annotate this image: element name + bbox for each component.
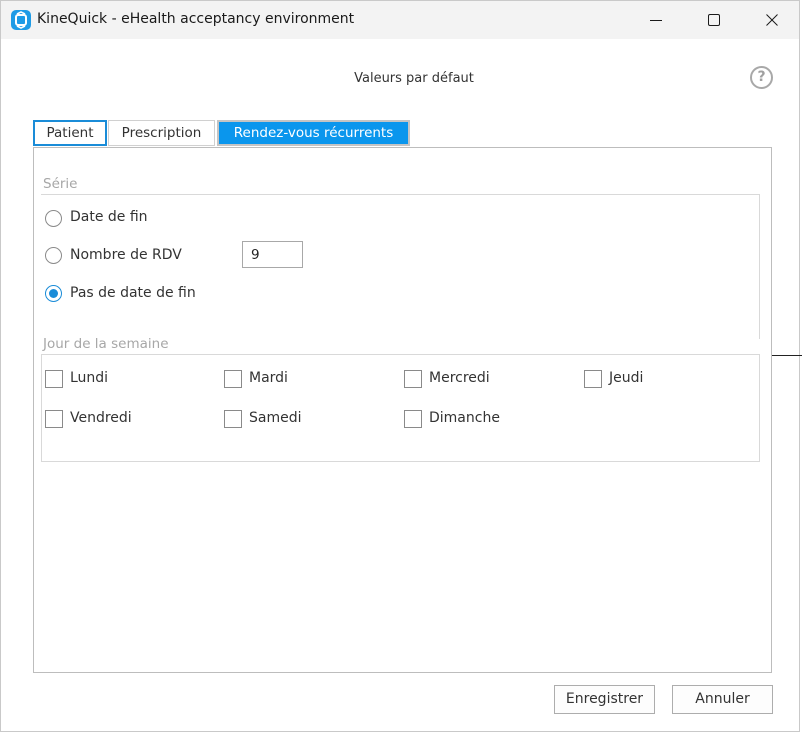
window-title: KineQuick - eHealth acceptancy environme… bbox=[37, 11, 355, 27]
help-icon[interactable]: ? bbox=[750, 66, 773, 89]
checkbox-jeudi[interactable] bbox=[584, 370, 602, 388]
serie-group-title: Série bbox=[43, 176, 78, 192]
checkbox-dimanche[interactable] bbox=[404, 410, 422, 428]
checkbox-mardi-label[interactable]: Mardi bbox=[249, 370, 288, 386]
radio-date-de-fin[interactable] bbox=[45, 210, 62, 227]
close-button[interactable] bbox=[749, 1, 795, 39]
app-logo-icon bbox=[11, 10, 31, 30]
minimize-icon bbox=[650, 20, 662, 21]
weekday-group-box bbox=[41, 354, 760, 462]
radio-nombre-de-rdv-label[interactable]: Nombre de RDV bbox=[70, 247, 182, 263]
close-icon bbox=[766, 14, 778, 26]
checkbox-dimanche-label[interactable]: Dimanche bbox=[429, 410, 500, 426]
tab-rendez-vous-recurrents[interactable]: Rendez-vous récurrents bbox=[217, 120, 410, 146]
checkbox-jeudi-label[interactable]: Jeudi bbox=[609, 370, 643, 386]
cancel-button[interactable]: Annuler bbox=[672, 685, 773, 714]
checkbox-vendredi[interactable] bbox=[45, 410, 63, 428]
radio-nombre-de-rdv[interactable] bbox=[45, 247, 62, 264]
serie-group-box bbox=[41, 194, 760, 339]
tab-patient[interactable]: Patient bbox=[33, 120, 107, 146]
checkbox-mardi[interactable] bbox=[224, 370, 242, 388]
radio-date-de-fin-label[interactable]: Date de fin bbox=[70, 209, 148, 225]
background-window-edge bbox=[772, 355, 802, 356]
rdv-count-input[interactable] bbox=[242, 241, 303, 268]
checkbox-samedi[interactable] bbox=[224, 410, 242, 428]
title-bar[interactable]: KineQuick - eHealth acceptancy environme… bbox=[1, 1, 799, 39]
app-window: KineQuick - eHealth acceptancy environme… bbox=[0, 0, 800, 732]
radio-pas-de-date-de-fin-label[interactable]: Pas de date de fin bbox=[70, 285, 196, 301]
minimize-button[interactable] bbox=[633, 1, 679, 39]
checkbox-mercredi[interactable] bbox=[404, 370, 422, 388]
checkbox-samedi-label[interactable]: Samedi bbox=[249, 410, 302, 426]
maximize-icon bbox=[708, 14, 720, 26]
save-button[interactable]: Enregistrer bbox=[554, 685, 655, 714]
checkbox-vendredi-label[interactable]: Vendredi bbox=[70, 410, 132, 426]
checkbox-mercredi-label[interactable]: Mercredi bbox=[429, 370, 490, 386]
checkbox-lundi[interactable] bbox=[45, 370, 63, 388]
tab-prescription[interactable]: Prescription bbox=[108, 120, 215, 146]
dialog-title: Valeurs par défaut bbox=[354, 71, 474, 86]
maximize-button[interactable] bbox=[691, 1, 737, 39]
checkbox-lundi-label[interactable]: Lundi bbox=[70, 370, 108, 386]
weekday-group-title: Jour de la semaine bbox=[43, 336, 169, 352]
radio-pas-de-date-de-fin[interactable] bbox=[45, 285, 62, 302]
